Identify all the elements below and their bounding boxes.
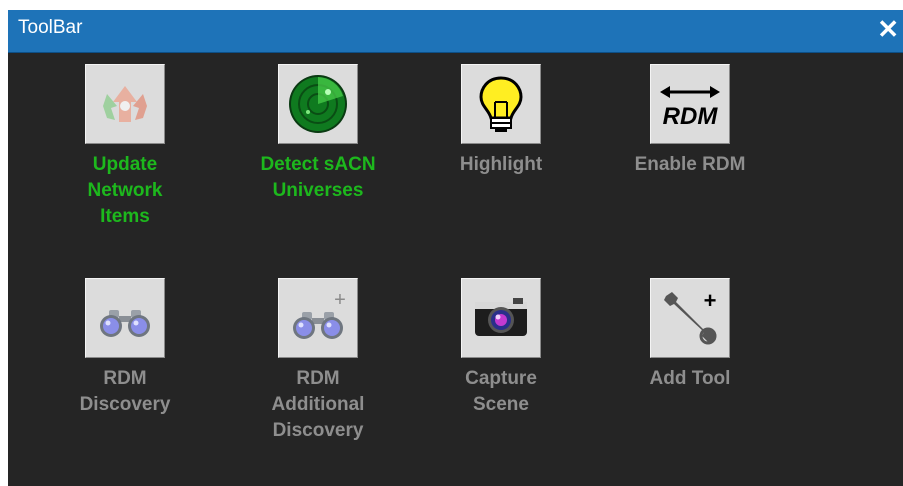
highlight-icon-button[interactable]	[461, 64, 541, 144]
toolbar-window: ToolBar ✕ Update Network Items Detect sA…	[8, 10, 903, 486]
update-network-items-button[interactable]: Update Network Items	[40, 64, 210, 230]
close-icon[interactable]: ✕	[877, 13, 899, 45]
rdm-additional-discovery-icon-button[interactable]: +	[278, 278, 358, 358]
detect-sacn-universes-icon-button[interactable]	[278, 64, 358, 144]
add-tool-label: Add Tool	[649, 368, 731, 389]
title-bar[interactable]: ToolBar ✕	[8, 10, 903, 53]
detect-sacn-universes-label: Detect sACN Universes	[260, 154, 376, 201]
add-tool-button[interactable]: + Add Tool	[605, 278, 775, 392]
update-network-items-label: Update Network Items	[87, 154, 163, 227]
capture-scene-button[interactable]: Capture Scene	[416, 278, 586, 418]
wrench-plus-icon: +	[664, 288, 717, 345]
rdm-discovery-label: RDM Discovery	[79, 368, 171, 415]
window-title: ToolBar	[18, 17, 83, 38]
rdm-additional-discovery-label: RDM Additional Discovery	[271, 368, 365, 441]
binoculars-plus-icon: +	[293, 289, 346, 339]
add-tool-icon-button[interactable]: +	[650, 278, 730, 358]
rdm-discovery-button[interactable]: RDM Discovery	[40, 278, 210, 418]
radar-icon	[289, 75, 347, 133]
rdm-arrows-icon: RDM	[660, 86, 720, 130]
add-plus-text: +	[704, 288, 717, 313]
capture-scene-label: Capture Scene	[465, 368, 537, 415]
enable-rdm-icon-button[interactable]: RDM	[650, 64, 730, 144]
enable-rdm-label: Enable RDM	[634, 154, 746, 175]
camera-icon	[475, 298, 527, 336]
rdm-icon-text: RDM	[663, 103, 719, 130]
binoculars-icon	[100, 310, 150, 337]
highlight-button[interactable]: Highlight	[416, 64, 586, 178]
update-network-items-icon-button[interactable]	[85, 64, 165, 144]
enable-rdm-button[interactable]: RDM Enable RDM	[605, 64, 775, 178]
highlight-label: Highlight	[459, 154, 543, 175]
rdm-additional-discovery-button[interactable]: + RDM Additional Discovery	[233, 278, 403, 444]
lightbulb-icon	[479, 76, 523, 132]
capture-scene-icon-button[interactable]	[461, 278, 541, 358]
plus-icon-text: +	[334, 289, 346, 311]
detect-sacn-universes-button[interactable]: Detect sACN Universes	[233, 64, 403, 204]
rdm-discovery-icon-button[interactable]	[85, 278, 165, 358]
network-update-icon	[103, 86, 147, 122]
